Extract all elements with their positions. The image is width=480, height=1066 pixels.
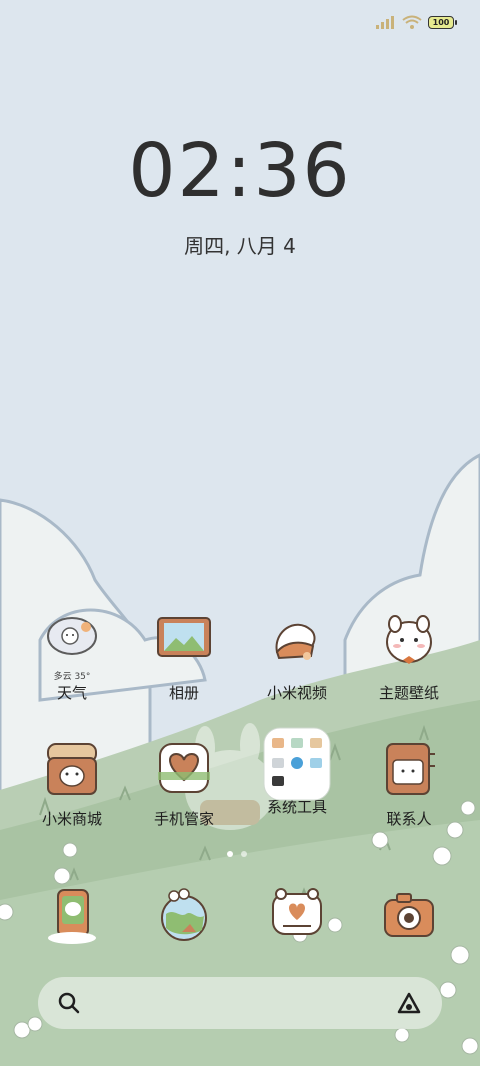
dock-browser[interactable] [129, 884, 239, 948]
app-label: 天气 [56, 684, 87, 702]
search-bar[interactable] [38, 977, 442, 1029]
battery-indicator: 100 [428, 15, 457, 29]
app-video[interactable]: 小米视频 [242, 612, 352, 703]
app-weather[interactable]: 多云 35° 天气 [17, 612, 127, 703]
search-icon[interactable] [58, 992, 80, 1014]
app-contacts[interactable]: 联系人 [354, 738, 464, 829]
app-store[interactable]: 小米商城 [17, 738, 127, 829]
clock-date[interactable]: 周四, 八月 4 [0, 230, 480, 259]
status-bar: 100 [376, 10, 457, 34]
camera-icon [377, 884, 441, 948]
page-indicator [227, 851, 247, 857]
app-gallery[interactable]: 相册 [129, 612, 239, 703]
messages-icon [265, 884, 329, 948]
security-icon [152, 738, 216, 802]
store-icon [40, 738, 104, 802]
dock-camera[interactable] [354, 884, 464, 948]
app-themes[interactable]: 主题壁纸 [354, 612, 464, 703]
app-security[interactable]: 手机管家 [129, 738, 239, 829]
weather-icon: 多云 35° [40, 612, 104, 682]
clock-time[interactable]: 02:36 [0, 128, 480, 214]
app-label: 手机管家 [153, 810, 214, 828]
signal-icon [376, 16, 394, 29]
video-icon [265, 612, 329, 676]
dock-messages[interactable] [242, 884, 352, 948]
wifi-icon [402, 15, 422, 29]
app-label: 主题壁纸 [378, 684, 439, 702]
app-label: 相册 [168, 684, 199, 702]
phone-icon [40, 884, 104, 948]
tools-folder-icon [262, 726, 332, 802]
weather-summary: 多云 35° [53, 672, 91, 682]
contacts-icon [377, 738, 441, 802]
browser-icon [152, 884, 216, 948]
app-label: 联系人 [386, 810, 432, 828]
page-dot-active [227, 851, 233, 857]
gallery-icon [152, 612, 216, 676]
app-label: 小米商城 [41, 810, 102, 828]
dock-phone[interactable] [17, 884, 127, 948]
assistant-icon[interactable] [396, 990, 422, 1016]
themes-icon [377, 612, 441, 676]
app-tools-folder[interactable]: 系统工具 [242, 726, 352, 817]
page-dot [241, 851, 247, 857]
app-label: 小米视频 [266, 684, 327, 702]
